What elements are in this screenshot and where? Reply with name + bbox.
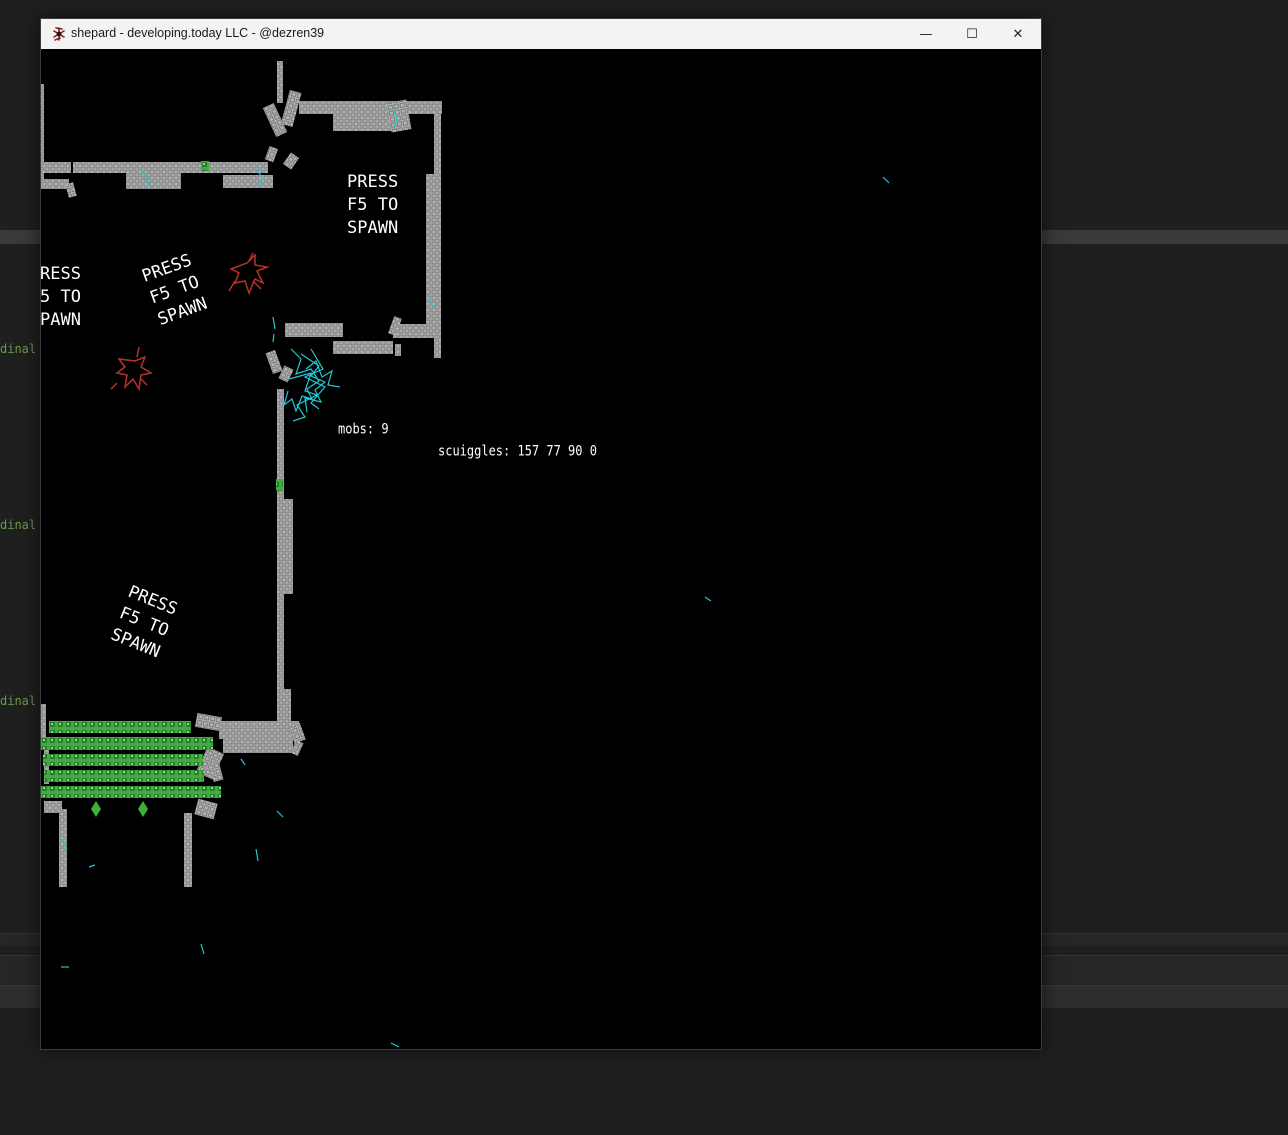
wall-segment bbox=[277, 61, 283, 103]
wall-segment bbox=[264, 146, 279, 163]
scribble bbox=[272, 316, 276, 343]
wall-segment bbox=[395, 344, 401, 356]
wall-segment bbox=[194, 713, 223, 732]
wall-segment bbox=[333, 114, 395, 131]
title-bar[interactable]: shepard - developing.today LLC - @dezren… bbox=[41, 19, 1041, 49]
grass-block bbox=[44, 770, 204, 782]
background-code-text: dinal bbox=[0, 342, 37, 356]
game-world bbox=[41, 61, 890, 1048]
wall-segment bbox=[126, 173, 181, 189]
wall-segment bbox=[223, 175, 273, 188]
scribble bbox=[88, 864, 96, 868]
grass-block bbox=[41, 737, 213, 750]
scribble bbox=[276, 810, 284, 818]
wall-segment bbox=[285, 323, 343, 337]
wall-segment bbox=[333, 341, 393, 354]
wall-segment bbox=[194, 798, 218, 820]
maximize-icon: ☐ bbox=[966, 26, 978, 42]
scribble bbox=[390, 1042, 400, 1048]
minimize-button[interactable]: — bbox=[903, 19, 949, 49]
wall-segment bbox=[41, 179, 69, 189]
sciggles-readout: scuiggles: 157 77 90 0 bbox=[438, 443, 597, 460]
close-button[interactable]: ✕ bbox=[995, 19, 1041, 49]
wall-segment bbox=[283, 499, 293, 594]
wall-segment bbox=[280, 90, 302, 127]
wall-segment bbox=[65, 182, 77, 198]
game-window[interactable]: shepard - developing.today LLC - @dezren… bbox=[40, 18, 1042, 1050]
scribble-swarm bbox=[60, 106, 890, 1048]
grass-block bbox=[201, 161, 209, 171]
scribble bbox=[288, 372, 319, 422]
scribble bbox=[882, 176, 890, 184]
window-title: shepard - developing.today LLC - @dezren… bbox=[71, 26, 325, 40]
wall-segment bbox=[426, 174, 441, 334]
background-code-text: dinal bbox=[0, 518, 37, 532]
spawn-prompt: RESS 5 TO PAWN bbox=[41, 264, 81, 330]
background-code-text: dinal bbox=[0, 694, 37, 708]
wall-segment bbox=[265, 349, 283, 375]
grass-block bbox=[276, 479, 283, 491]
scribble bbox=[255, 848, 259, 862]
grass-block bbox=[138, 801, 148, 817]
wall-segment bbox=[277, 389, 284, 719]
grass-block bbox=[43, 754, 203, 766]
scribble bbox=[282, 348, 320, 413]
game-canvas[interactable]: PRESS F5 TO SPAWN RESS 5 TO PAWN PRESS F… bbox=[41, 49, 1041, 1049]
wall-segment bbox=[282, 152, 300, 170]
wall-segment bbox=[184, 813, 192, 887]
scribble bbox=[200, 943, 205, 955]
wall-segment bbox=[223, 739, 293, 753]
scribble bbox=[240, 758, 246, 766]
scribble bbox=[704, 596, 712, 602]
grass-block bbox=[49, 721, 191, 733]
wall-segment bbox=[41, 162, 71, 173]
maximize-button[interactable]: ☐ bbox=[949, 19, 995, 49]
grass-block bbox=[41, 786, 221, 798]
grass-block bbox=[91, 801, 101, 817]
wall-segment bbox=[219, 721, 299, 739]
spawn-prompt: PRESS F5 TO SPAWN bbox=[347, 172, 399, 238]
wall-segment bbox=[393, 324, 441, 338]
mob-counter: mobs: 9 bbox=[338, 421, 389, 438]
app-icon bbox=[53, 27, 65, 41]
wall-segment bbox=[299, 101, 442, 114]
wall-segment bbox=[73, 162, 268, 173]
mob bbox=[228, 252, 270, 296]
close-icon: ✕ bbox=[1012, 26, 1024, 42]
minimize-icon: — bbox=[919, 26, 933, 42]
mob bbox=[110, 346, 154, 392]
